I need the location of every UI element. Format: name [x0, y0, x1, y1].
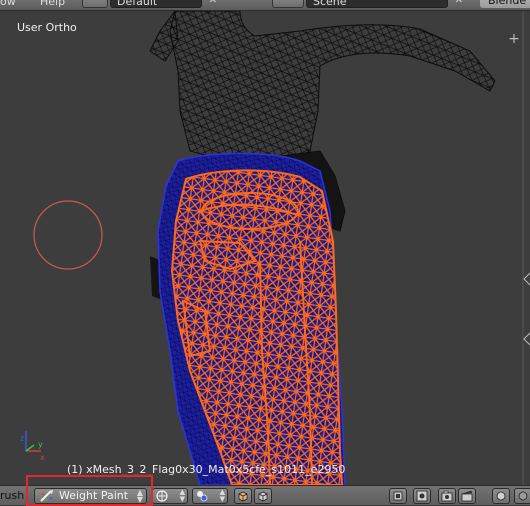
opengl-render-button[interactable] [438, 488, 456, 504]
svg-text:x: x [40, 453, 45, 462]
mesh-scene: z y x [20, 11, 496, 485]
vertex-select-mask-icon [258, 491, 268, 502]
sphere-icon [518, 491, 528, 501]
render-icon [416, 490, 428, 502]
layers-button[interactable] [389, 488, 407, 504]
pivot-icon [197, 491, 208, 502]
screen-layout-dropdown[interactable] [82, 0, 108, 8]
texture-paint-mask-icon [238, 491, 248, 502]
scene-close-icon[interactable]: ✕ [452, 0, 466, 8]
texture-paint-mask-button[interactable] [234, 488, 252, 504]
scene-dropdown[interactable] [272, 0, 304, 8]
weight-paint-icon [40, 490, 53, 502]
clapper-icon [461, 490, 473, 502]
view-label: User Ortho [17, 21, 77, 34]
scene-field[interactable]: Scene [306, 0, 448, 8]
screen-layout-field[interactable]: Default [110, 0, 202, 8]
mode-selector[interactable]: Weight Paint ▲ ▼ [34, 488, 147, 504]
brush-cursor-circle [33, 200, 103, 270]
pivot-dropdown[interactable]: ▲ ▼ [192, 488, 228, 504]
brush-menu[interactable]: rush [0, 489, 24, 502]
menu-help[interactable]: Help [40, 0, 65, 8]
top-header: ow Help Default ✕ Scene ✕ Blende [0, 0, 530, 11]
snap-button[interactable] [492, 488, 510, 504]
updown-arrows-icon: ▲ ▼ [219, 488, 225, 503]
layers-icon [393, 491, 403, 501]
3d-viewport[interactable]: z y x User Ortho + (1) xMesh_3_2_Flag0x3… [0, 11, 530, 485]
vertex-select-mask-button[interactable] [254, 488, 272, 504]
side-region-edge[interactable] [518, 11, 530, 485]
viewport-shading-icon [156, 490, 168, 502]
snap-icon [496, 491, 506, 501]
menu-window[interactable]: ow [0, 0, 16, 8]
viewport-header: rush Weight Paint ▲ ▼ ▲ ▼ ▲ ▼ [0, 485, 530, 505]
render-button[interactable] [413, 488, 431, 504]
updown-arrows-icon: ▲ ▼ [136, 488, 143, 504]
screen-close-icon[interactable]: ✕ [206, 0, 220, 8]
object-info-text: (1) xMesh_3_2_Flag0x30_Mat0x5cfe_s1011_e… [67, 463, 346, 476]
render-engine-dropdown[interactable]: Blende [480, 0, 530, 8]
svg-text:y: y [38, 440, 43, 449]
viewport-shading-dropdown[interactable]: ▲ ▼ [152, 488, 188, 504]
updown-arrows-icon: ▲ ▼ [179, 488, 185, 503]
axis-gizmo-icon: z y x [20, 431, 45, 462]
camera-icon [441, 490, 453, 502]
opengl-animation-button[interactable] [458, 488, 476, 504]
svg-text:z: z [20, 434, 24, 443]
extra-button[interactable] [514, 488, 530, 504]
mode-label: Weight Paint [59, 489, 129, 502]
